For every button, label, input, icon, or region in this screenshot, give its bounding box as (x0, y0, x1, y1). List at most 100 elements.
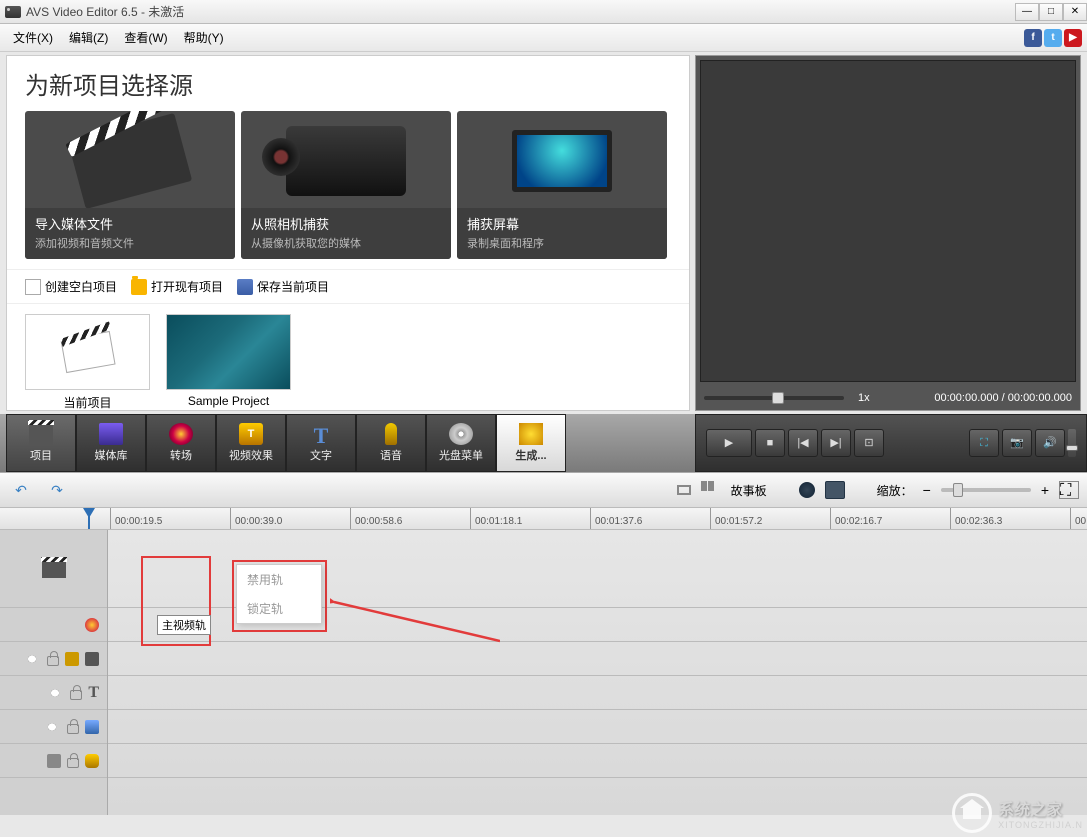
storyboard-mode-icon[interactable] (701, 481, 721, 499)
eye-icon[interactable] (43, 719, 61, 735)
menu-view[interactable]: 查看(W) (116, 25, 175, 50)
sample-project-item[interactable]: Sample Project (166, 314, 291, 411)
ruler-label: 00:00:58.6 (351, 516, 402, 529)
card-title: 捕获屏幕 (467, 214, 657, 233)
tab-project[interactable]: 项目 (6, 414, 76, 472)
project-thumbnail (166, 314, 291, 390)
card-title: 从照相机捕获 (251, 214, 441, 233)
create-blank-project[interactable]: 创建空白项目 (25, 278, 117, 295)
speaker-icon (85, 652, 99, 666)
main-video-track-header[interactable] (0, 530, 107, 608)
transition-track-header[interactable] (0, 608, 107, 642)
ctx-disable-track[interactable]: 禁用轨 (237, 565, 321, 594)
open-existing-project[interactable]: 打开现有项目 (131, 278, 223, 295)
ruler-label: 00:02:16.7 (831, 516, 882, 529)
tab-label: 视频效果 (229, 447, 273, 463)
disc-icon (449, 423, 473, 445)
fullscreen-button[interactable]: ⛶ (969, 429, 999, 457)
import-media-card[interactable]: 导入媒体文件 添加视频和音频文件 (25, 111, 235, 259)
microphone-icon (385, 423, 397, 445)
document-icon (25, 279, 41, 295)
preview-viewport (700, 60, 1076, 382)
watermark-icon (952, 793, 992, 833)
eye-icon[interactable] (46, 685, 64, 701)
minimize-button[interactable]: — (1015, 3, 1039, 21)
tab-transitions[interactable]: 转场 (146, 414, 216, 472)
play-button[interactable]: ▶ (706, 429, 752, 457)
undo-button[interactable]: ↶ (8, 479, 34, 501)
ruler-label: 00:01:57.2 (711, 516, 762, 529)
volume-button[interactable]: 🔊 (1035, 429, 1065, 457)
time-display: 00:00:00.000 / 00:00:00.000 (934, 392, 1072, 404)
camcorder-icon (286, 126, 406, 196)
fit-button[interactable]: ⛶ (1059, 481, 1079, 499)
prev-button[interactable]: |◀ (788, 429, 818, 457)
zoom-label: 缩放： (877, 482, 913, 499)
zoom-slider[interactable] (941, 488, 1031, 492)
mic-icon (85, 754, 99, 768)
webcam-icon[interactable] (799, 482, 815, 498)
tab-video-effects[interactable]: T视频效果 (216, 414, 286, 472)
zoom-in-button[interactable]: + (1041, 482, 1049, 498)
text-track-header[interactable]: T (0, 676, 107, 710)
playhead[interactable] (88, 508, 90, 530)
lock-icon[interactable] (67, 724, 79, 734)
facebook-icon[interactable]: f (1024, 29, 1042, 47)
maximize-button[interactable]: □ (1039, 3, 1063, 21)
lock-icon[interactable] (70, 690, 82, 700)
eye-icon[interactable] (23, 651, 41, 667)
speed-label: 1x (858, 392, 870, 404)
next-button[interactable]: ▶| (821, 429, 851, 457)
redo-button[interactable]: ↷ (44, 479, 70, 501)
audio-track-header[interactable] (0, 744, 107, 778)
swirl-icon (169, 423, 193, 445)
app-icon (5, 6, 21, 18)
overlay-icon (85, 720, 99, 734)
speed-slider[interactable] (704, 396, 844, 400)
text-icon: T (309, 423, 333, 445)
monitor-icon (512, 130, 612, 192)
menu-edit[interactable]: 编辑(Z) (61, 25, 116, 50)
tab-text[interactable]: T 文字 (286, 414, 356, 472)
lock-icon[interactable] (67, 758, 79, 768)
youtube-icon[interactable]: ▶ (1064, 29, 1082, 47)
ruler-label: 00:00:19.5 (111, 516, 162, 529)
menu-help[interactable]: 帮助(Y) (176, 25, 232, 50)
tab-label: 转场 (170, 447, 192, 463)
video-track-icon (42, 560, 66, 578)
overlay-track-header[interactable] (0, 710, 107, 744)
tab-disc-menu[interactable]: 光盘菜单 (426, 414, 496, 472)
timeline-ruler[interactable]: 00:00:19.5 00:00:39.0 00:00:58.6 00:01:1… (0, 508, 1087, 530)
save-current-project[interactable]: 保存当前项目 (237, 278, 329, 295)
monitor-icon[interactable] (825, 481, 845, 499)
capture-screen-card[interactable]: 捕获屏幕 录制桌面和程序 (457, 111, 667, 259)
zoom-out-button[interactable]: − (923, 482, 931, 498)
ctx-lock-track[interactable]: 锁定轨 (237, 594, 321, 623)
frame-button[interactable]: ⊡ (854, 429, 884, 457)
volume-slider[interactable] (1068, 429, 1076, 457)
card-sub: 添加视频和音频文件 (35, 235, 225, 251)
menu-file[interactable]: 文件(X) (5, 25, 61, 50)
speaker-icon[interactable] (47, 754, 61, 768)
project-label: Sample Project (166, 394, 291, 408)
snapshot-button[interactable]: 📷 (1002, 429, 1032, 457)
tab-label: 生成... (515, 447, 546, 463)
close-button[interactable]: ✕ (1063, 3, 1087, 21)
tab-produce[interactable]: 生成... (496, 414, 566, 472)
stop-button[interactable]: ■ (755, 429, 785, 457)
card-sub: 录制桌面和程序 (467, 235, 657, 251)
capture-camera-card[interactable]: 从照相机捕获 从摄像机获取您的媒体 (241, 111, 451, 259)
current-project-item[interactable]: 当前项目 (25, 314, 150, 411)
tab-label: 光盘菜单 (439, 447, 483, 463)
tab-voice[interactable]: 语音 (356, 414, 426, 472)
fx-track-header[interactable] (0, 642, 107, 676)
clapperboard-icon (68, 113, 192, 209)
tab-label: 项目 (30, 447, 52, 463)
lock-icon[interactable] (47, 656, 59, 666)
card-sub: 从摄像机获取您的媒体 (251, 235, 441, 251)
twitter-icon[interactable]: t (1044, 29, 1062, 47)
strip-label: 保存当前项目 (257, 278, 329, 295)
tab-media-library[interactable]: 媒体库 (76, 414, 146, 472)
tab-label: 文字 (310, 447, 332, 463)
timeline-mode-icon[interactable] (677, 485, 691, 495)
